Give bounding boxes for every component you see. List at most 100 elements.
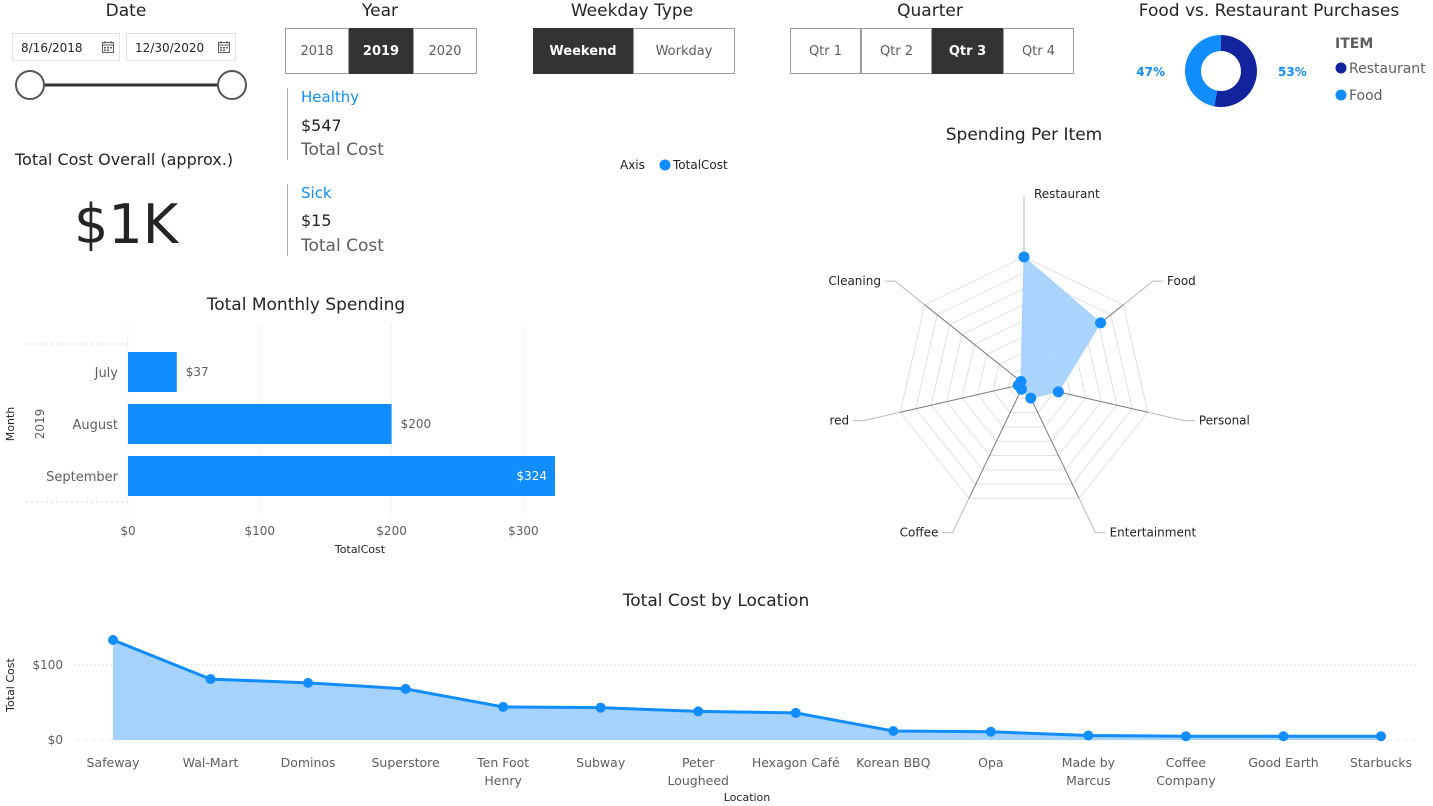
slider-start-handle[interactable] xyxy=(15,70,45,100)
donut-slice-food xyxy=(1185,35,1221,107)
area-x-tick-label: Dominos xyxy=(281,755,336,770)
bar-july xyxy=(128,352,177,392)
card-sub-sick: Total Cost xyxy=(301,236,384,256)
area-x-tick-label: Starbucks xyxy=(1350,755,1412,770)
year-tile-2019[interactable]: 2019 xyxy=(349,28,413,74)
donut-data-label: 53% xyxy=(1278,65,1307,79)
year-tile-2020[interactable]: 2020 xyxy=(413,28,477,74)
radar-label-leader xyxy=(1122,280,1154,306)
radar-category-label: red xyxy=(829,414,849,428)
quarter-slicer-title: Quarter xyxy=(897,1,963,21)
area-x-tick-label: Opa xyxy=(978,755,1003,770)
bar-chart: $0 $100 $200 $300 July $37 August $200 September… xyxy=(4,326,555,556)
area-chart-title: Total Cost by Location xyxy=(622,591,810,611)
date-range-slider[interactable] xyxy=(12,68,252,102)
bar-data-label: $37 xyxy=(186,365,209,379)
area-point-superstore xyxy=(400,683,411,694)
area-point-korean-bbq xyxy=(888,725,899,736)
radar-point-food xyxy=(1095,317,1107,329)
date-slicer-title: Date xyxy=(105,1,147,21)
quarter-tile-qtr3[interactable]: Qtr 3 xyxy=(932,28,1003,74)
area-point-coffee-company xyxy=(1180,731,1191,742)
bar-august xyxy=(128,404,392,444)
radar-axis-red xyxy=(900,383,1025,413)
bar-y-axis-title: Month xyxy=(4,407,17,442)
area-point-opa xyxy=(985,726,996,737)
radar-label-leader xyxy=(863,411,901,422)
radar-point-entertainment xyxy=(1025,392,1037,404)
quarter-tile-qtr2[interactable]: Qtr 2 xyxy=(861,28,932,74)
radar-label-leader xyxy=(951,498,970,533)
area-point-dominos xyxy=(303,677,314,688)
radar-point-cleaning xyxy=(1015,376,1027,388)
calendar-icon[interactable] xyxy=(102,41,114,53)
start-date-input[interactable]: 8/16/2018 xyxy=(12,33,120,61)
radar-label-leader xyxy=(1078,498,1097,533)
radar-legend-label: TotalCost xyxy=(672,158,728,172)
bar-category-label: September xyxy=(46,470,119,485)
radar-category-label: Cleaning xyxy=(828,274,881,288)
radar-point-restaurant xyxy=(1018,251,1030,263)
area-x-tick-label: Hexagon Café xyxy=(752,755,840,770)
start-date-value: 8/16/2018 xyxy=(21,41,83,55)
radar-label-leader xyxy=(894,280,926,306)
bar-x-axis-title: TotalCost xyxy=(334,543,386,556)
end-date-value: 12/30/2020 xyxy=(135,41,205,55)
bar-chart-title: Total Monthly Spending xyxy=(206,295,406,315)
year-tile-2018[interactable]: 2018 xyxy=(285,28,349,74)
radar-label-leader xyxy=(1147,411,1185,422)
bar-september xyxy=(128,456,555,496)
card-divider xyxy=(287,184,288,256)
legend-marker-food xyxy=(1335,89,1347,101)
radar-category-label: Food xyxy=(1167,274,1196,288)
bar-category-label: August xyxy=(73,418,119,433)
area-chart: $0 $100 Safeway Wal-Mart Dominos Superstore Te… xyxy=(4,635,1418,804)
card-label-healthy: Healthy xyxy=(301,88,360,106)
area-x-tick-label: Safeway xyxy=(87,755,141,770)
area-x-tick-label: Peter Lougheed xyxy=(667,755,729,788)
weekday-tile-weekend[interactable]: Weekend xyxy=(533,28,633,74)
area-x-tick-label: Wal-Mart xyxy=(183,755,239,770)
bar-group-label: 2019 xyxy=(33,409,47,440)
radar-category-label: Entertainment xyxy=(1110,526,1197,540)
area-point-safeway xyxy=(108,635,118,645)
card-label-sick: Sick xyxy=(301,184,332,202)
bar-category-label: July xyxy=(94,366,119,381)
area-x-axis-title: Location xyxy=(724,791,771,804)
area-x-tick-label: Good Earth xyxy=(1248,755,1318,770)
quarter-tile-qtr1[interactable]: Qtr 1 xyxy=(790,28,861,74)
end-date-input[interactable]: 12/30/2020 xyxy=(126,33,236,61)
legend-label-food: Food xyxy=(1349,88,1383,104)
donut-data-label: 47% xyxy=(1136,65,1165,79)
card-divider xyxy=(287,88,288,160)
quarter-tile-qtr4[interactable]: Qtr 4 xyxy=(1003,28,1074,74)
area-point-wal-mart xyxy=(205,674,216,685)
bar-x-tick-label: $300 xyxy=(508,524,539,538)
legend-marker-restaurant xyxy=(1335,62,1347,74)
area-point-subway xyxy=(595,702,606,713)
area-y-axis-title: Total Cost xyxy=(4,658,17,713)
radar-category-label: Personal xyxy=(1199,414,1250,428)
radar-category-label: Coffee xyxy=(900,526,939,540)
radar-series-area xyxy=(1017,255,1102,399)
year-slicer-title: Year xyxy=(362,1,398,21)
weekday-tile-workday[interactable]: Workday xyxy=(633,28,735,74)
card-value-sick: $15 xyxy=(301,211,332,230)
slider-end-handle[interactable] xyxy=(217,70,247,100)
area-series-fill xyxy=(113,640,1381,740)
donut-chart-title: Food vs. Restaurant Purchases xyxy=(1138,1,1400,21)
donut-chart: 53% 47% ITEM Restaurant Food xyxy=(1136,35,1426,107)
area-x-tick-label: Superstore xyxy=(371,755,440,770)
area-point-hexagon-café xyxy=(790,707,801,718)
bar-data-label: $324 xyxy=(516,469,547,483)
radar-chart-title: Spending Per Item xyxy=(945,125,1103,145)
bar-x-tick-label: $100 xyxy=(245,524,276,538)
weekday-slicer-title: Weekday Type xyxy=(570,1,694,21)
area-point-ten-foot-henry xyxy=(498,701,509,712)
legend-label-restaurant: Restaurant xyxy=(1349,61,1426,77)
area-point-peter-lougheed xyxy=(693,706,704,717)
total-card-title: Total Cost Overall (approx.) xyxy=(15,150,234,169)
radar-category-label: Restaurant xyxy=(1034,187,1100,201)
bar-x-tick-label: $0 xyxy=(120,524,135,538)
calendar-icon[interactable] xyxy=(218,41,230,53)
